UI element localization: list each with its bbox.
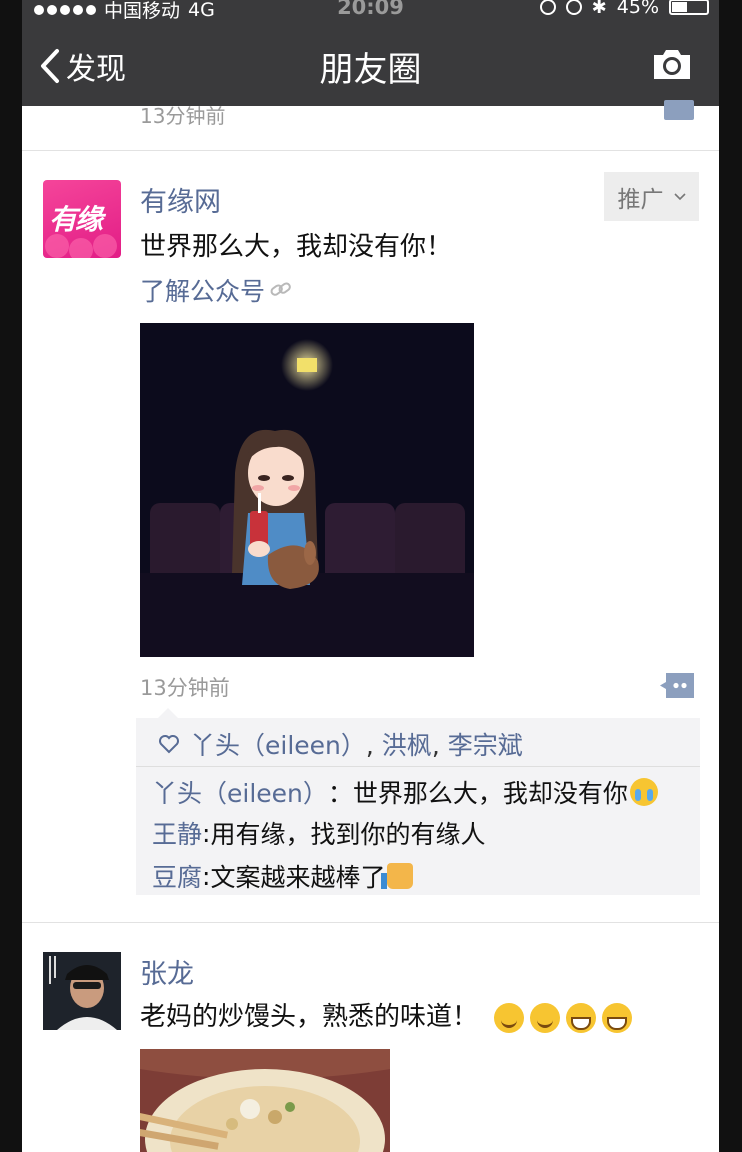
official-account-link-label: 了解公众号 (140, 277, 266, 306)
avatar[interactable]: 有缘 (43, 180, 121, 258)
camera-icon[interactable] (651, 46, 693, 82)
rotation-lock-icon (539, 0, 556, 15)
status-bar: 中国移动 4G 20:09 ✱ 45% (22, 0, 719, 22)
comment-icon[interactable] (660, 673, 694, 698)
liker-name[interactable]: 丫头（eileen） (190, 731, 366, 760)
liker-name[interactable]: 李宗斌 (448, 731, 523, 760)
comment-row[interactable]: 豆腐 : 文案越来越棒了 (152, 858, 414, 894)
post-separator (22, 150, 719, 151)
comment-author[interactable]: 丫头（eileen） (152, 774, 328, 810)
crying-face-icon (629, 778, 658, 806)
panel-divider (136, 766, 700, 767)
avatar[interactable] (43, 952, 121, 1030)
comment-separator: : (202, 861, 211, 891)
comment-separator: : (202, 818, 211, 848)
comment-text: 用有缘，找到你的有缘人 (210, 820, 486, 849)
post-image[interactable] (140, 1049, 390, 1152)
comment-separator: ： (327, 779, 353, 808)
bluetooth-icon: ✱ (591, 0, 607, 18)
status-right: ✱ 45% (539, 0, 709, 18)
post-author[interactable]: 有缘网 (140, 180, 221, 219)
grin-icon (602, 1002, 633, 1033)
heart-icon (159, 735, 179, 754)
post-text: 老妈的炒馒头，熟悉的味道！ (140, 996, 633, 1033)
smile-icon (530, 1002, 561, 1033)
official-account-link[interactable]: 了解公众号 (140, 272, 293, 308)
avatar-photo (43, 952, 121, 1030)
comment-author[interactable]: 王静 (152, 815, 202, 851)
comment-text: 文案越来越棒了 (210, 863, 386, 892)
post-time: 13分钟前 (140, 676, 230, 700)
page-title: 朋友圈 (319, 50, 422, 90)
avatar-logo-text: 有缘 (49, 203, 103, 236)
moments-feed[interactable]: 13分钟前 有缘 有缘网 推广 世界那么大，我却没有你！ 了解公众号 13分钟前… (22, 100, 719, 1152)
previous-post-time: 13分钟前 (140, 104, 226, 128)
thumbs-up-icon (381, 863, 414, 889)
battery-percent: 45% (616, 0, 659, 18)
wechat-moments-screen: 中国移动 4G 20:09 ✱ 45% 发现 朋友圈 13分钟前 有缘 有缘网 … (22, 0, 719, 1152)
fried-mantou-photo (140, 1049, 390, 1152)
alarm-icon (565, 0, 582, 15)
post-separator (22, 922, 719, 923)
liker-separator: , (431, 731, 448, 760)
post-image[interactable] (140, 323, 474, 657)
comment-author[interactable]: 豆腐 (152, 858, 202, 894)
emoji-row (492, 1002, 633, 1033)
grin-icon (566, 1002, 597, 1033)
comment-text: 世界那么大，我却没有你 (352, 779, 628, 808)
cinema-girl-illustration (140, 323, 474, 657)
panel-pointer (158, 708, 178, 718)
likes-row: 丫头（eileen）, 洪枫, 李宗斌 (158, 726, 523, 762)
likes-and-comments-panel: 丫头（eileen）, 洪枫, 李宗斌 丫头（eileen） ： 世界那么大，我… (136, 708, 700, 895)
post-text-body: 老妈的炒馒头，熟悉的味道！ (140, 1002, 479, 1032)
link-icon (270, 282, 291, 296)
comment-icon[interactable] (660, 100, 694, 124)
navigation-bar: 发现 朋友圈 (22, 22, 719, 106)
liker-name[interactable]: 洪枫 (382, 731, 432, 760)
promotion-tag-button[interactable]: 推广 (604, 172, 699, 221)
post-author[interactable]: 张龙 (140, 952, 194, 991)
comment-row[interactable]: 王静 : 用有缘，找到你的有缘人 (152, 815, 485, 851)
smile-icon (494, 1002, 525, 1033)
chevron-down-icon (673, 192, 686, 200)
comment-row[interactable]: 丫头（eileen） ： 世界那么大，我却没有你 (152, 774, 658, 810)
liker-separator: , (365, 731, 382, 760)
promotion-tag-label: 推广 (617, 186, 664, 213)
post-text: 世界那么大，我却没有你！ (140, 232, 453, 262)
battery-icon (669, 0, 709, 15)
